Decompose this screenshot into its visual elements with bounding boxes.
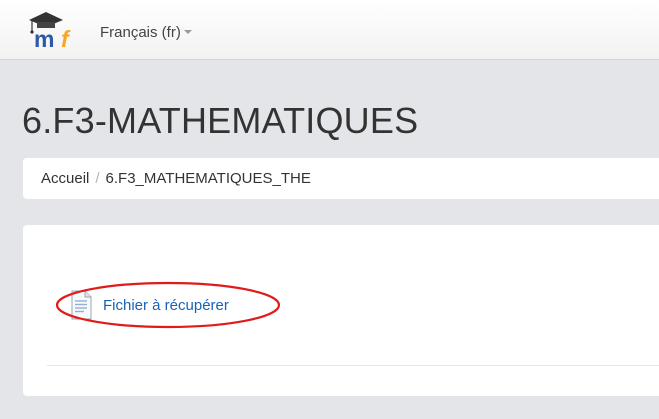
navbar: m f Français (fr) bbox=[0, 0, 659, 60]
svg-text:m: m bbox=[34, 26, 54, 50]
file-icon bbox=[71, 290, 92, 320]
caret-down-icon bbox=[183, 30, 192, 35]
breadcrumb-separator: / bbox=[95, 170, 100, 187]
breadcrumb-course-link[interactable]: 6.F3_MATHEMATIQUES_THE bbox=[106, 170, 311, 187]
breadcrumb: Accueil / 6.F3_MATHEMATIQUES_THE bbox=[23, 158, 659, 199]
file-activity-link[interactable]: Fichier à récupérer bbox=[103, 297, 229, 314]
page-title: 6.F3-MATHEMATIQUES bbox=[22, 100, 419, 141]
breadcrumb-home-link[interactable]: Accueil bbox=[41, 170, 89, 187]
section-divider bbox=[47, 365, 659, 366]
language-label: Français (fr) bbox=[100, 24, 181, 41]
svg-text:f: f bbox=[61, 26, 71, 50]
site-logo[interactable]: m f bbox=[26, 10, 84, 50]
language-menu[interactable]: Français (fr) bbox=[100, 24, 192, 41]
activity-item[interactable]: Fichier à récupérer bbox=[69, 289, 229, 321]
